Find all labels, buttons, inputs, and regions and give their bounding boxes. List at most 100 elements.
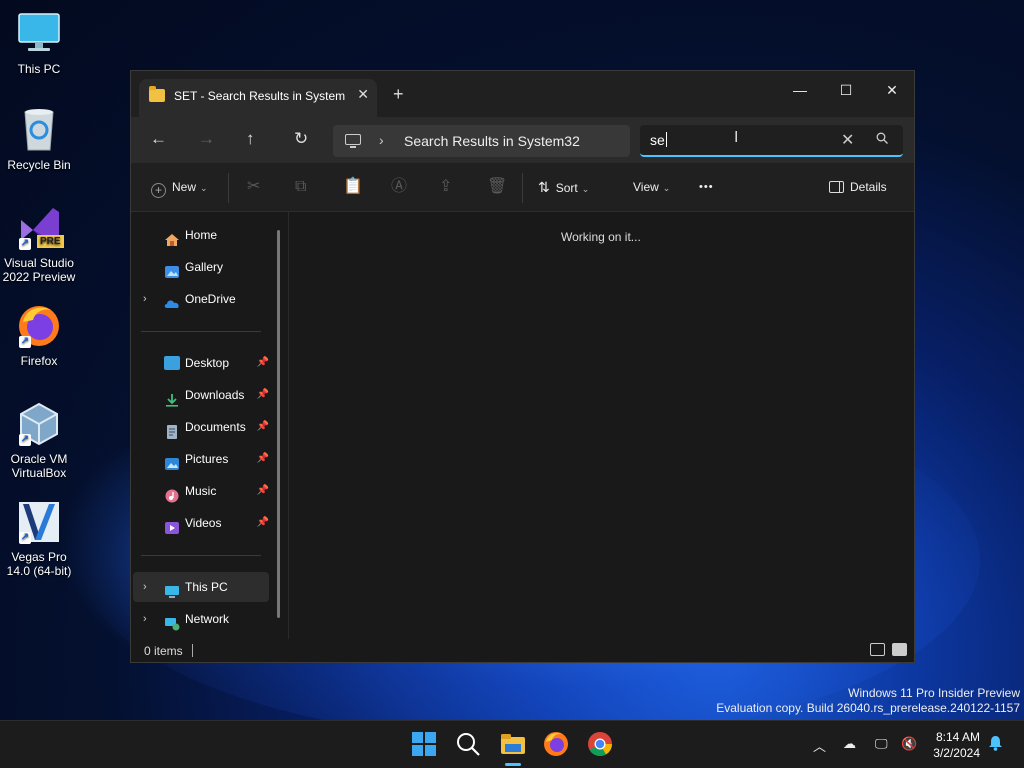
clock-time: 8:14 AM xyxy=(935,730,980,744)
maximize-button[interactable]: ☐ xyxy=(823,75,869,105)
details-pane-button[interactable]: Details xyxy=(829,178,887,196)
desktop-icon-this-pc[interactable]: This PC xyxy=(0,10,78,76)
sidebar-item-videos[interactable]: Videos 📌 xyxy=(133,508,269,538)
watermark-line-2: Evaluation copy. Build 26040.rs_prerelea… xyxy=(716,701,1020,715)
taskbar: ︿ ☁ 🖵 🔇 8:14 AM 3/2/2024 xyxy=(0,720,1024,768)
sidebar-item-downloads[interactable]: Downloads 📌 xyxy=(133,380,269,410)
music-icon xyxy=(164,484,180,503)
search-input[interactable]: se xyxy=(650,132,667,148)
navigation-bar: ← → ↑ ↻ › Search Results in System32 se … xyxy=(131,117,914,163)
sidebar-divider xyxy=(141,331,261,332)
start-icon[interactable] xyxy=(411,731,439,759)
pin-icon[interactable]: 📌 xyxy=(257,348,269,378)
minimize-button[interactable]: — xyxy=(777,75,823,105)
cut-button[interactable]: ✂ xyxy=(247,178,260,196)
firefox-icon: ↗ xyxy=(15,302,63,350)
sidebar-item-home[interactable]: Home xyxy=(133,220,269,250)
search-icon[interactable] xyxy=(455,731,483,759)
sidebar-item-desktop[interactable]: Desktop 📌 xyxy=(133,348,269,378)
tab-close-button[interactable]: ✕ xyxy=(357,86,369,103)
pin-icon[interactable]: 📌 xyxy=(257,476,269,506)
large-icons-view-icon[interactable] xyxy=(892,643,907,656)
show-hidden-icons-chevron-icon[interactable]: ︿ xyxy=(813,736,826,755)
sidebar-divider xyxy=(141,555,261,556)
chrome-icon[interactable] xyxy=(587,731,615,759)
gallery-icon xyxy=(164,260,180,278)
pin-icon[interactable]: 📌 xyxy=(257,508,269,538)
toolbar-divider xyxy=(228,173,229,203)
sidebar-item-pictures[interactable]: Pictures 📌 xyxy=(133,444,269,474)
sidebar-scrollbar[interactable] xyxy=(277,230,280,618)
desktop-folder-icon xyxy=(164,356,180,370)
back-button[interactable]: ← xyxy=(150,130,167,148)
file-explorer-icon[interactable] xyxy=(499,731,527,766)
sidebar-item-this-pc[interactable]: › This PC xyxy=(133,572,269,602)
new-tab-button[interactable]: + xyxy=(393,85,404,103)
close-window-button[interactable]: ✕ xyxy=(869,75,915,105)
firefox-icon[interactable] xyxy=(543,731,571,759)
paste-button[interactable]: 📋 xyxy=(343,178,363,196)
item-count: 0 items xyxy=(144,644,183,658)
search-box[interactable]: se I ✕ xyxy=(640,125,903,157)
desktop-icon-virtualbox[interactable]: ↗ Oracle VM VirtualBox xyxy=(0,400,78,480)
sidebar-item-documents[interactable]: Documents 📌 xyxy=(133,412,269,442)
file-explorer-window: SET - Search Results in System ✕ + — ☐ ✕… xyxy=(130,70,915,663)
notification-bell-icon[interactable] xyxy=(988,735,1003,754)
clear-search-button[interactable]: ✕ xyxy=(841,130,854,150)
desktop-icon-visual-studio[interactable]: PRE ↗ Visual Studio 2022 Preview xyxy=(0,204,78,284)
videos-icon xyxy=(164,516,180,534)
up-button[interactable]: ↑ xyxy=(246,130,255,148)
expand-chevron-icon[interactable]: › xyxy=(143,604,147,634)
rename-button[interactable]: Ⓐ xyxy=(391,178,407,196)
clock[interactable]: 8:14 AM 3/2/2024 xyxy=(933,729,980,761)
pin-icon[interactable]: 📌 xyxy=(257,380,269,410)
delete-button[interactable]: 🗑 xyxy=(487,178,507,196)
address-bar[interactable]: › Search Results in System32 xyxy=(333,125,630,157)
view-button[interactable]: View ⌄ xyxy=(633,178,670,197)
explorer-tab[interactable]: SET - Search Results in System ✕ xyxy=(139,79,377,117)
add-circle-icon: + xyxy=(151,183,166,198)
network-icon[interactable]: 🖵 xyxy=(875,736,888,752)
search-icon[interactable] xyxy=(876,132,888,147)
expand-chevron-icon[interactable]: › xyxy=(143,284,147,314)
desktop-icon-label: This PC xyxy=(17,62,61,76)
desktop-icon-firefox[interactable]: ↗ Firefox xyxy=(0,302,78,368)
breadcrumb-chevron-icon[interactable]: › xyxy=(379,132,384,148)
monitor-icon xyxy=(15,10,63,58)
sidebar-item-network[interactable]: › Network xyxy=(133,604,269,634)
chevron-down-icon: ⌄ xyxy=(581,184,590,194)
expand-chevron-icon[interactable]: › xyxy=(143,572,147,602)
tab-title: SET - Search Results in System xyxy=(174,89,346,103)
onedrive-offline-icon[interactable]: ☁ xyxy=(843,736,856,752)
sidebar-item-gallery[interactable]: Gallery xyxy=(133,252,269,282)
sidebar-item-onedrive[interactable]: › OneDrive xyxy=(133,284,269,314)
desktop-icon-label: Vegas Pro 14.0 (64-bit) xyxy=(6,550,72,578)
ibeam-cursor-icon: I xyxy=(734,129,739,146)
new-button[interactable]: + New ⌄ xyxy=(151,178,208,198)
computer-icon xyxy=(345,134,361,148)
refresh-button[interactable]: ↻ xyxy=(294,130,308,148)
breadcrumb-path[interactable]: Search Results in System32 xyxy=(404,133,580,149)
volume-muted-icon[interactable]: 🔇 xyxy=(901,736,917,752)
details-view-icon[interactable] xyxy=(870,643,885,656)
virtualbox-icon: ↗ xyxy=(15,400,63,448)
sort-button[interactable]: ⇅ Sort ⌄ xyxy=(538,178,589,198)
desktop-icon-recycle-bin[interactable]: Recycle Bin xyxy=(0,106,78,172)
see-more-button[interactable]: ••• xyxy=(699,178,714,196)
copy-button[interactable]: ⧉ xyxy=(295,178,306,196)
network-icon xyxy=(164,612,180,631)
pin-icon[interactable]: 📌 xyxy=(257,412,269,442)
status-divider xyxy=(192,644,193,657)
desktop-icon-vegas-pro[interactable]: ↗ Vegas Pro 14.0 (64-bit) xyxy=(0,498,78,578)
downloads-icon xyxy=(164,388,180,407)
preview-badge: PRE xyxy=(37,235,64,248)
home-icon xyxy=(164,228,180,246)
forward-button[interactable]: → xyxy=(198,130,215,148)
pane-divider[interactable] xyxy=(288,212,289,639)
folder-icon xyxy=(149,86,165,102)
sidebar-item-music[interactable]: Music 📌 xyxy=(133,476,269,506)
clock-date: 3/2/2024 xyxy=(933,746,980,760)
desktop-icon-label: Oracle VM VirtualBox xyxy=(10,452,68,480)
pin-icon[interactable]: 📌 xyxy=(257,444,269,474)
share-button[interactable]: ⇪ xyxy=(439,178,452,196)
